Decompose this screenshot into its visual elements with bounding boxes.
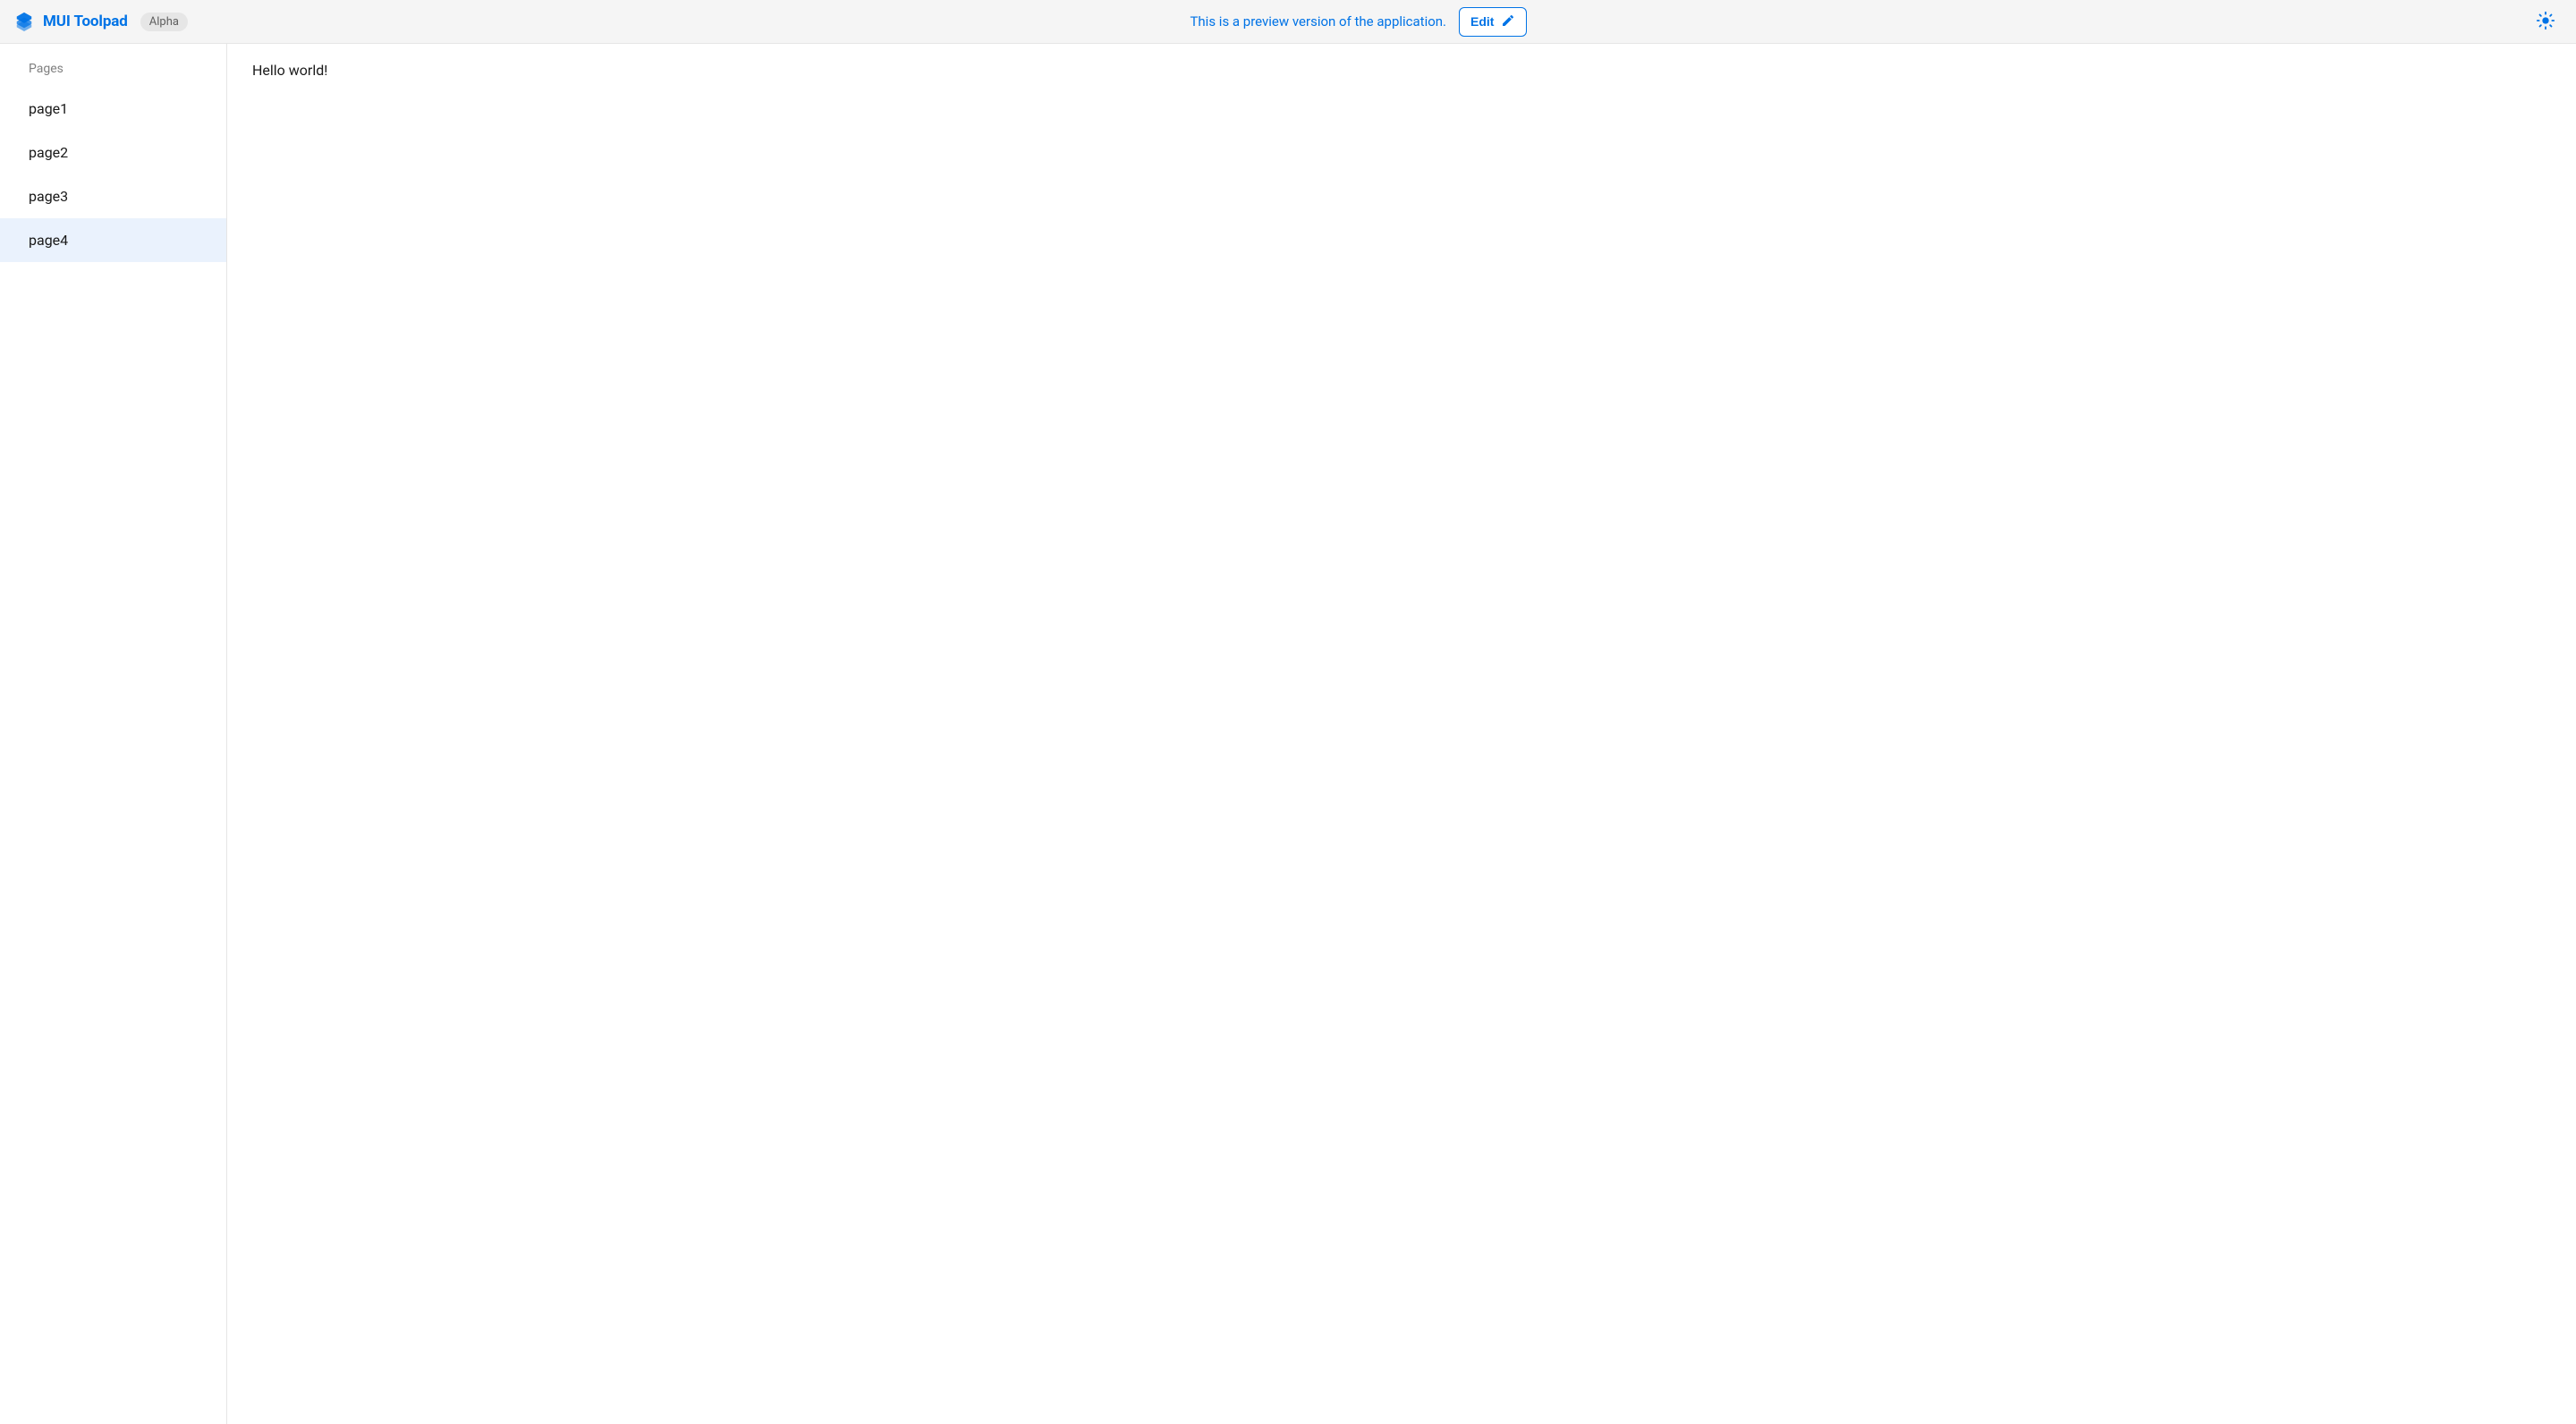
- sidebar-section-title: Pages: [0, 55, 226, 87]
- main-content: Hello world!: [227, 44, 2576, 1424]
- sidebar-item-label: page2: [29, 144, 68, 161]
- header-center: This is a preview version of the applica…: [188, 7, 2529, 37]
- hello-text: Hello world!: [252, 62, 2551, 79]
- sidebar-item-page1[interactable]: page1: [0, 87, 226, 131]
- sidebar-item-label: page3: [29, 188, 68, 205]
- brand-title: MUI Toolpad: [43, 13, 128, 30]
- edit-button-label: Edit: [1470, 14, 1494, 29]
- preview-message: This is a preview version of the applica…: [1190, 13, 1446, 30]
- alpha-chip: Alpha: [140, 13, 188, 31]
- header: MUI Toolpad Alpha This is a preview vers…: [0, 0, 2576, 44]
- toolpad-logo-icon: [14, 12, 34, 31]
- sidebar-item-page4[interactable]: page4: [0, 218, 226, 262]
- sidebar: Pages page1 page2 page3 page4: [0, 44, 227, 1424]
- sidebar-item-page3[interactable]: page3: [0, 174, 226, 218]
- header-right: [2529, 5, 2562, 38]
- edit-pencil-icon: [1501, 13, 1515, 30]
- edit-button[interactable]: Edit: [1459, 7, 1527, 37]
- sidebar-item-page2[interactable]: page2: [0, 131, 226, 174]
- theme-toggle-button[interactable]: [2529, 5, 2562, 38]
- header-left: MUI Toolpad Alpha: [14, 12, 188, 31]
- sidebar-item-label: page1: [29, 100, 68, 117]
- sidebar-item-label: page4: [29, 232, 68, 249]
- sun-icon: [2536, 11, 2555, 33]
